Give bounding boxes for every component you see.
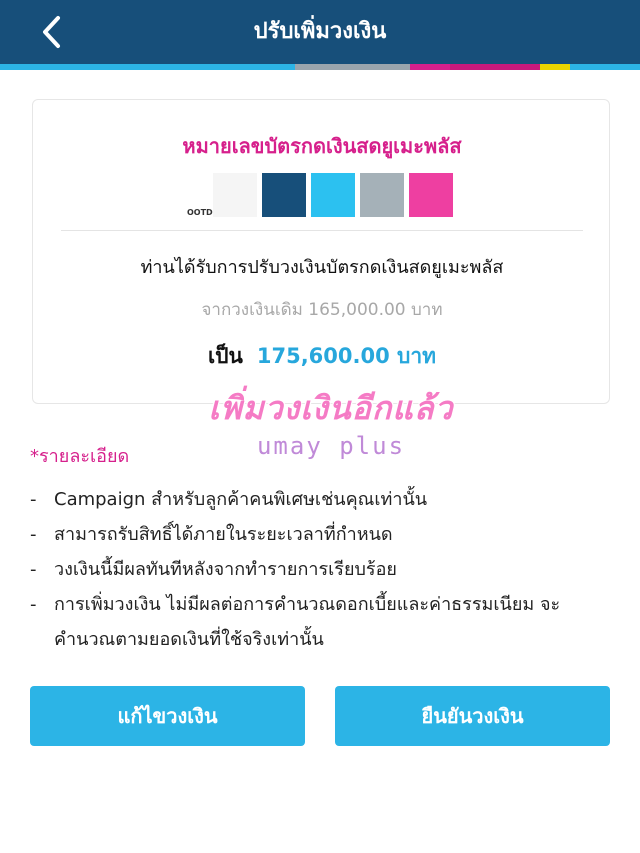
swatch-pink [409, 173, 453, 217]
stripe-segment [0, 64, 80, 70]
new-limit-row: เป็น 175,600.00 บาท [33, 340, 611, 373]
swatch-gray [360, 173, 404, 217]
stripe-segment [450, 64, 540, 70]
edit-limit-button[interactable]: แก้ไขวงเงิน [30, 686, 305, 746]
swatch-white [213, 173, 257, 217]
page-title: ปรับเพิ่มวงเงิน [253, 19, 387, 44]
app-header: ปรับเพิ่มวงเงิน [0, 0, 640, 64]
list-item: สามารถรับสิทธิ์ได้ภายในระยะเวลาที่กำหนด [30, 517, 620, 552]
details-label: *รายละเอียด [30, 446, 130, 467]
overlay-title: เพิ่มวงเงินอีกแล้ว [208, 389, 454, 427]
list-item: การเพิ่มวงเงิน ไม่มีผลต่อการคำนวณดอกเบี้… [30, 587, 620, 622]
limit-adjusted-message: ท่านได้รับการปรับวงเงินบัตรกดเงินสดยูเมะ… [140, 257, 504, 278]
confirm-limit-button[interactable]: ยืนยันวงเงิน [335, 686, 610, 746]
swatch-tag: OOTD [187, 208, 213, 217]
color-swatches [213, 173, 453, 217]
credit-limit-card: หมายเลขบัตรกดเงินสดยูเมะพลัส OOTD ท่านได… [32, 99, 610, 404]
new-limit-amount: 175,600.00 บาท [256, 344, 436, 368]
previous-limit: จากวงเงินเดิม 165,000.00 บาท [201, 300, 443, 320]
stripe-segment [540, 64, 570, 70]
list-item: Campaign สำหรับลูกค้าคนพิเศษเช่นคุณเท่าน… [30, 482, 620, 517]
color-stripe-bar [0, 64, 640, 70]
card-divider [61, 230, 583, 231]
swatch-cyan [311, 173, 355, 217]
stripe-segment [570, 64, 640, 70]
stripe-segment [410, 64, 450, 70]
swatch-navy [262, 173, 306, 217]
list-item-continuation: คำนวณตามยอดเงินที่ใช้จริงเท่านั้น [54, 629, 324, 650]
stripe-segment [295, 64, 410, 70]
card-number-title: หมายเลขบัตรกดเงินสดยูเมะพลัส [182, 134, 462, 158]
stripe-segment [160, 64, 295, 70]
list-item: วงเงินนี้มีผลทันทีหลังจากทำรายการเรียบร้… [30, 552, 620, 587]
new-limit-label: เป็น [207, 344, 243, 368]
stripe-segment [80, 64, 160, 70]
details-list: Campaign สำหรับลูกค้าคนพิเศษเช่นคุณเท่าน… [30, 482, 620, 657]
